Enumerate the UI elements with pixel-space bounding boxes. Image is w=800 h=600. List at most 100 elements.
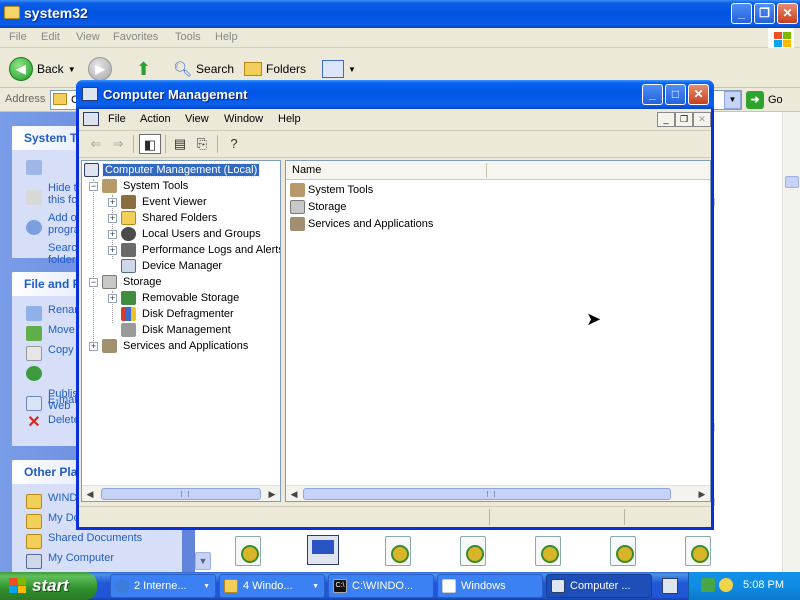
tree-label: Performance Logs and Alerts (142, 244, 281, 256)
tree-node-shared-folders[interactable]: + Shared Folders (108, 210, 219, 226)
properties-icon[interactable]: ▤ (169, 134, 191, 154)
expand-toggle[interactable]: + (108, 293, 117, 303)
scroll-right-arrow[interactable]: ▶ (694, 486, 710, 501)
scroll-left-arrow[interactable]: ◀ (286, 486, 302, 501)
system-file-icon[interactable] (385, 536, 411, 566)
mmc-title-bar[interactable]: Computer Management _ □ ✕ (76, 80, 714, 109)
tree-label: Computer Management (Local) (101, 163, 261, 177)
network-icon[interactable] (701, 578, 715, 592)
collapse-toggle[interactable]: − (89, 277, 98, 287)
list-horizontal-scrollbar[interactable]: ◀ ▶ (286, 485, 710, 501)
menu-action[interactable]: Action (140, 113, 171, 125)
scroll-thumb[interactable] (785, 176, 799, 188)
expand-toggle[interactable]: + (108, 213, 117, 223)
tree-node-removable-storage[interactable]: + Removable Storage (108, 290, 241, 306)
up-button[interactable]: ⬆ (136, 57, 151, 81)
menu-file[interactable]: File (9, 31, 27, 43)
console-tree: Computer Management (Local) − System Too… (81, 160, 281, 502)
system-file-icon[interactable] (685, 536, 711, 566)
menu-file[interactable]: File (108, 113, 126, 125)
taskbar-button-windows[interactable]: Windows (437, 574, 543, 598)
computer-management-icon (551, 579, 565, 593)
list-item[interactable]: Storage (290, 199, 347, 215)
column-header-name[interactable]: Name (286, 161, 710, 180)
menu-tools[interactable]: Tools (175, 31, 201, 43)
child-close-button[interactable]: ✕ (693, 112, 711, 127)
computer-file-icon[interactable] (307, 535, 339, 565)
scroll-thumb[interactable] (303, 488, 671, 500)
menu-view[interactable]: View (76, 31, 100, 43)
expand-toggle[interactable]: + (108, 245, 117, 255)
tree-horizontal-scrollbar[interactable]: ◀ ▶ (82, 485, 280, 501)
tree-node-local-users[interactable]: + Local Users and Groups (108, 226, 263, 242)
menu-help[interactable]: Help (215, 31, 238, 43)
system-file-icon[interactable] (610, 536, 636, 566)
ie-icon (115, 579, 129, 593)
scroll-left-arrow[interactable]: ◀ (82, 486, 98, 501)
search-button[interactable]: 🔍︎ Search (173, 57, 234, 81)
folders-button[interactable]: Folders (244, 57, 306, 81)
start-button[interactable]: start (0, 572, 97, 600)
tree-node-system-tools[interactable]: − System Tools (89, 178, 190, 194)
system-file-icon[interactable] (460, 536, 486, 566)
place-my-computer[interactable]: My Computer (12, 552, 182, 572)
menu-favorites[interactable]: Favorites (113, 31, 158, 43)
maximize-button[interactable]: □ (665, 84, 686, 105)
views-button[interactable]: ▼ (322, 57, 356, 81)
list-item[interactable]: System Tools (290, 182, 373, 198)
tree-node-storage[interactable]: − Storage (89, 274, 164, 290)
help-icon[interactable]: ? (223, 134, 245, 154)
scroll-thumb[interactable] (101, 488, 261, 500)
tree-node-disk-management[interactable]: Disk Management (108, 322, 233, 338)
column-divider[interactable] (486, 163, 487, 178)
expand-toggle[interactable]: + (108, 197, 117, 207)
menu-edit[interactable]: Edit (41, 31, 60, 43)
clock[interactable]: 5:08 PM (743, 579, 784, 591)
tree-node-services-applications[interactable]: + Services and Applications (89, 338, 250, 354)
go-label: Go (768, 94, 783, 106)
menu-help[interactable]: Help (278, 113, 301, 125)
taskbar-button-windows-explorer[interactable]: 4 Windo... ▼ (219, 574, 325, 598)
scroll-down-arrow[interactable]: ▼ (195, 552, 211, 570)
tree-node-event-viewer[interactable]: + Event Viewer (108, 194, 209, 210)
taskbar-button-command-prompt[interactable]: C:\ C:\WINDO... (328, 574, 434, 598)
collapse-toggle[interactable]: − (89, 181, 98, 191)
child-restore-button[interactable]: ❐ (675, 112, 693, 127)
quick-launch-icon[interactable] (662, 578, 678, 594)
forward-arrow-icon[interactable]: ⇒ (107, 134, 129, 154)
explorer-title-bar[interactable]: system32 _ ❐ ✕ (0, 0, 800, 28)
explorer-vertical-scrollbar[interactable] (782, 112, 800, 572)
expand-toggle[interactable]: + (89, 341, 98, 351)
tree-root[interactable]: Computer Management (Local) (84, 162, 261, 178)
tree-node-performance-logs[interactable]: + Performance Logs and Alerts (108, 242, 281, 258)
close-button[interactable]: ✕ (688, 84, 709, 105)
child-minimize-button[interactable]: _ (657, 112, 675, 127)
close-button[interactable]: ✕ (777, 3, 798, 24)
storage-icon (102, 275, 117, 289)
back-button[interactable]: ◀ Back ▼ (9, 57, 76, 81)
minimize-button[interactable]: _ (731, 3, 752, 24)
scroll-right-arrow[interactable]: ▶ (264, 486, 280, 501)
system-file-icon[interactable] (535, 536, 561, 566)
security-shield-icon[interactable] (719, 578, 733, 592)
minimize-button[interactable]: _ (642, 84, 663, 105)
show-hide-tree-icon[interactable]: ◧ (139, 134, 161, 154)
export-list-icon[interactable]: ⎘ (191, 134, 213, 154)
expand-toggle[interactable]: + (108, 229, 117, 239)
event-viewer-icon (121, 195, 136, 209)
taskbar-button-internet-explorer[interactable]: 2 Interne... ▼ (110, 574, 216, 598)
system-file-icon[interactable] (235, 536, 261, 566)
menu-view[interactable]: View (185, 113, 209, 125)
tree-node-device-manager[interactable]: Device Manager (108, 258, 224, 274)
back-arrow-icon[interactable]: ⇐ (85, 134, 107, 154)
place-shared-documents[interactable]: Shared Documents (12, 532, 182, 552)
tree-label: Disk Management (142, 324, 231, 336)
go-button[interactable]: ➜ Go (746, 91, 783, 109)
address-dropdown-button[interactable]: ▼ (724, 91, 741, 109)
list-item[interactable]: Services and Applications (290, 216, 433, 232)
restore-button[interactable]: ❐ (754, 3, 775, 24)
tree-node-disk-defragmenter[interactable]: Disk Defragmenter (108, 306, 236, 322)
forward-button[interactable]: ▶ (88, 57, 112, 81)
taskbar-button-computer-management[interactable]: Computer ... (546, 574, 652, 598)
menu-window[interactable]: Window (224, 113, 263, 125)
